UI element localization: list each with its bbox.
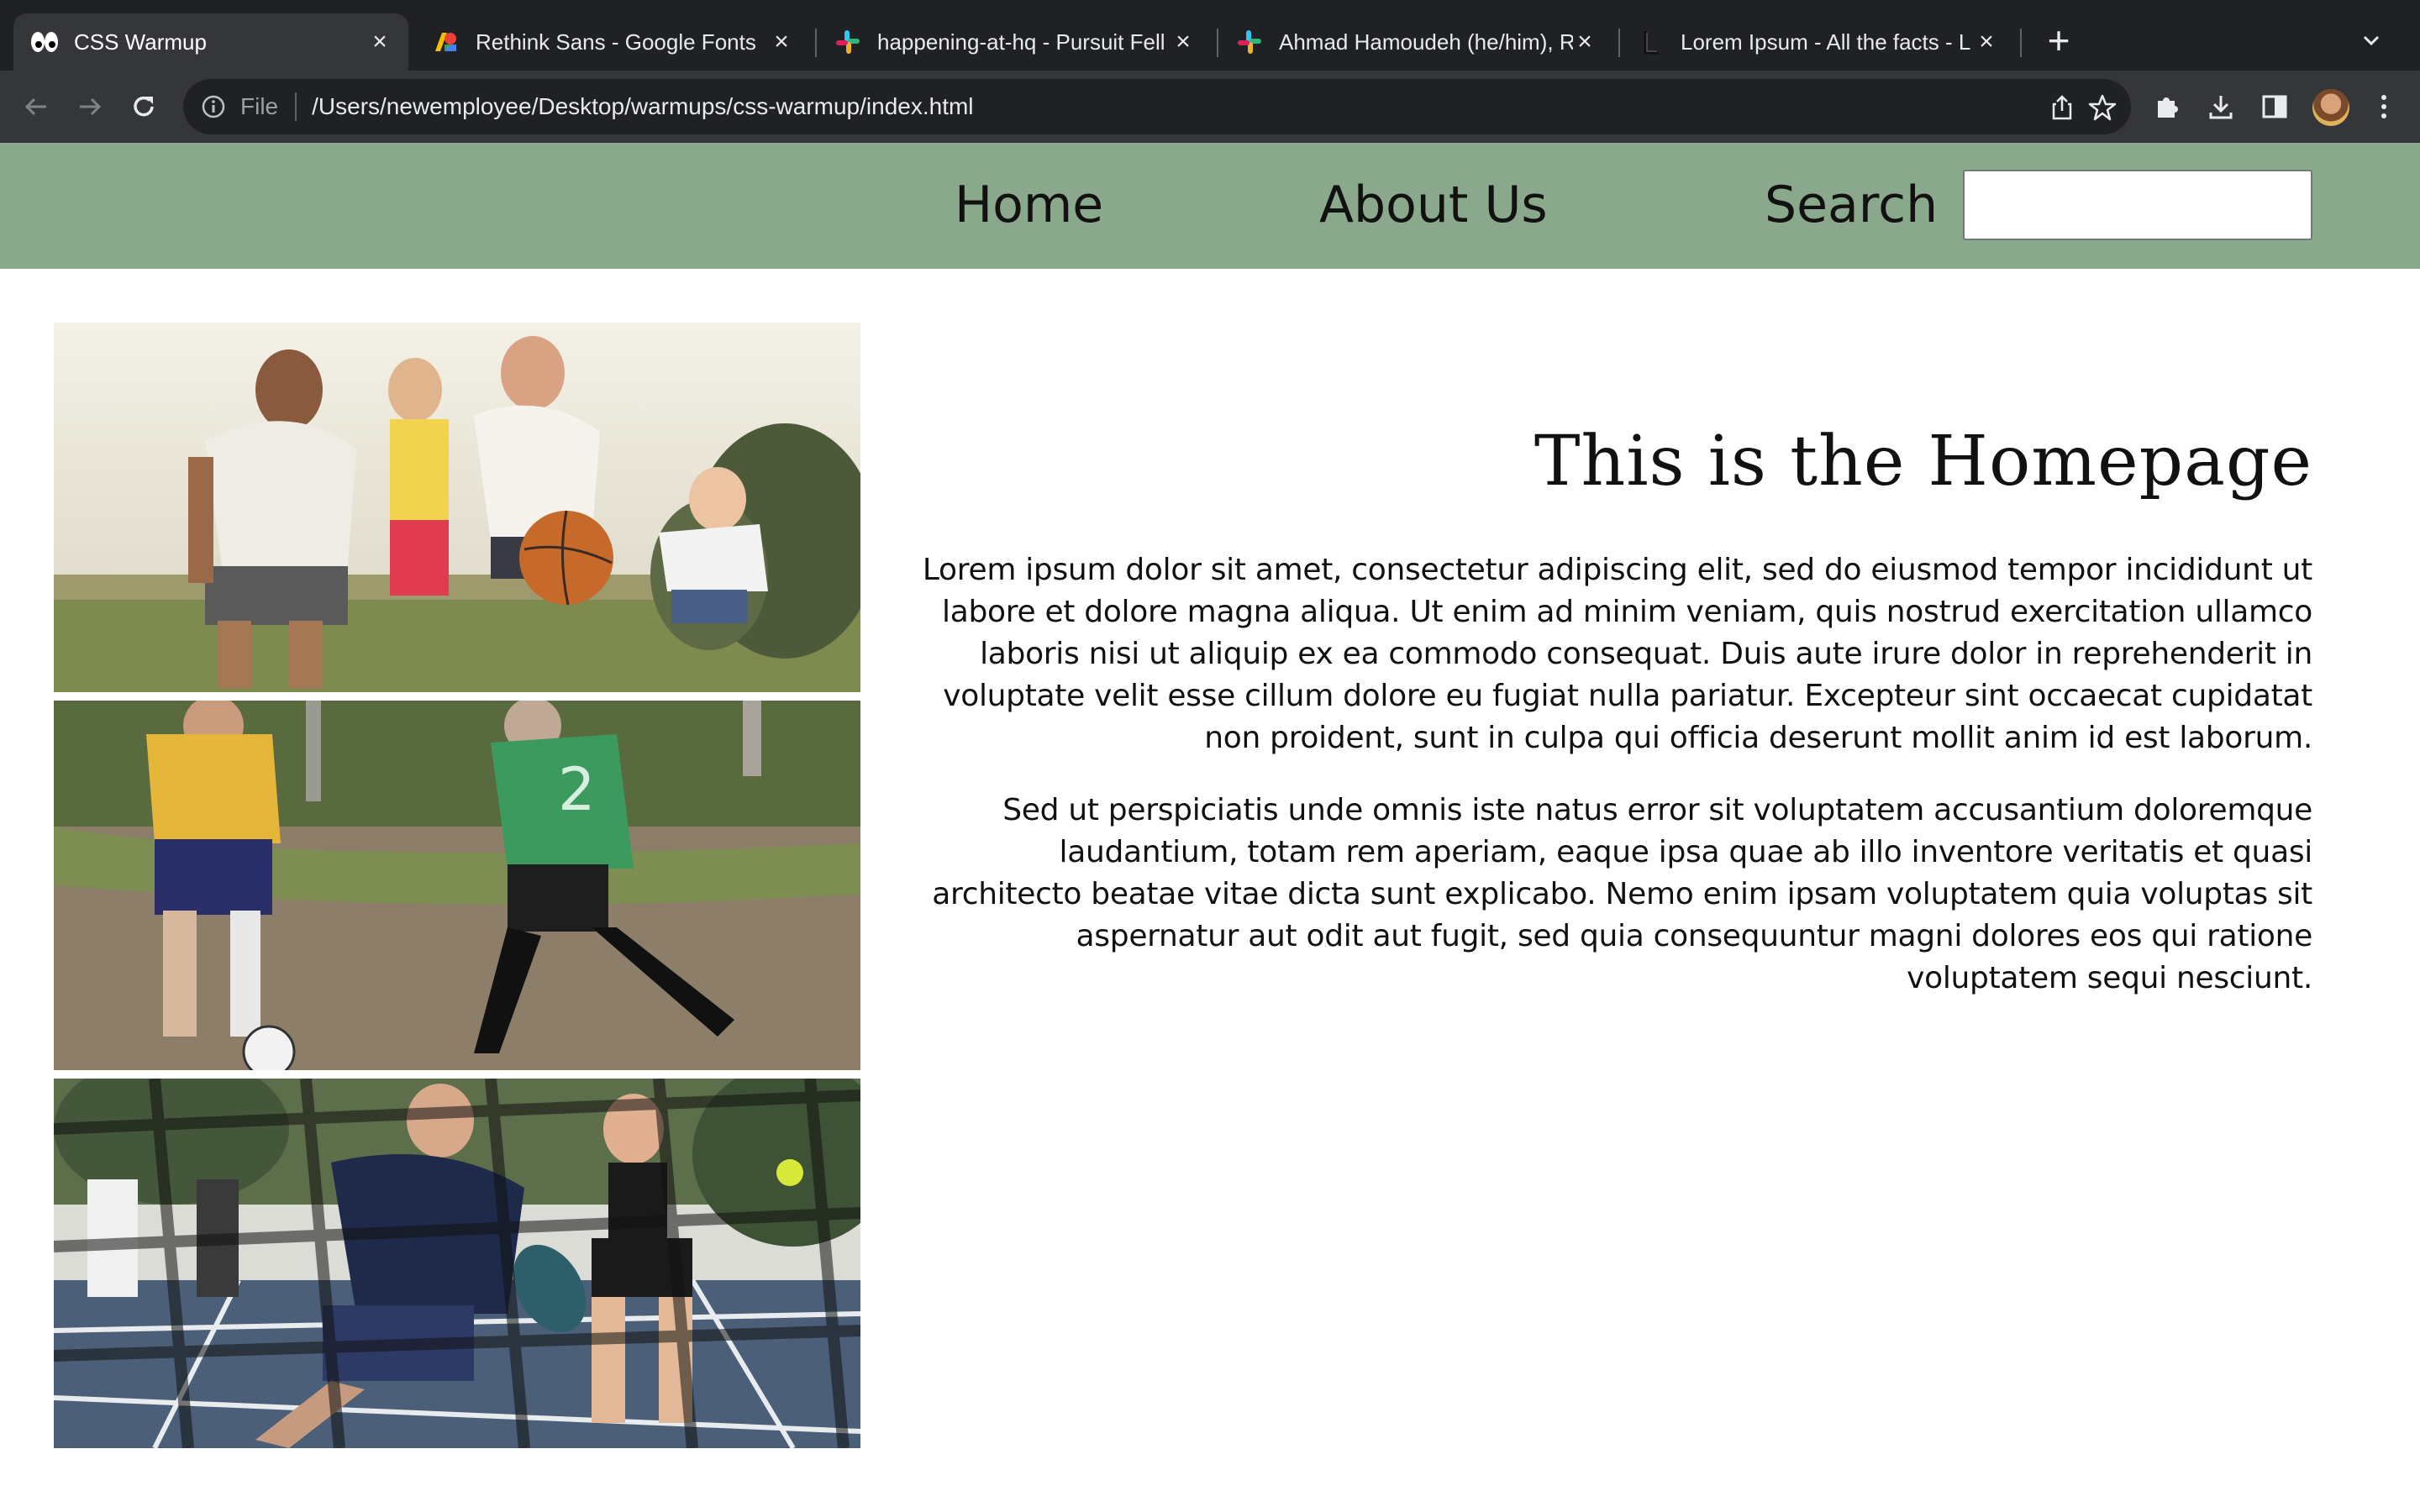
- page-title: This is the Homepage: [1534, 422, 2312, 501]
- bookmark-star-icon[interactable]: [2086, 91, 2119, 124]
- scheme-label: File: [240, 93, 279, 119]
- slack-icon: [1235, 28, 1264, 56]
- tab-lorem-ipsum[interactable]: Lorem Ipsum - All the facts - L ×: [1620, 13, 2015, 71]
- share-icon[interactable]: [2045, 91, 2079, 124]
- address-bar[interactable]: File /Users/newemployee/Desktop/warmups/…: [183, 79, 2131, 134]
- forward-arrow-icon[interactable]: [71, 87, 109, 126]
- photo-pickleball: [54, 1079, 860, 1448]
- google-fonts-icon: [432, 28, 460, 56]
- search-label: Search: [1765, 176, 1939, 234]
- photo-basketball: [54, 323, 860, 692]
- tab-title: Lorem Ipsum - All the facts - L: [1681, 29, 1971, 55]
- tab-google-fonts[interactable]: Rethink Sans - Google Fonts ×: [415, 13, 810, 71]
- more-menu-icon[interactable]: [2365, 87, 2403, 126]
- profile-avatar[interactable]: [2312, 89, 2349, 126]
- paragraph-2: Sed ut perspiciatis unde omnis iste natu…: [932, 793, 2312, 995]
- close-icon[interactable]: ×: [1975, 29, 1998, 55]
- slack-icon: [834, 28, 862, 56]
- download-icon[interactable]: [2202, 87, 2240, 126]
- tab-title: happening-at-hq - Pursuit Fell: [877, 29, 1165, 55]
- tab-ahmad-hamoudeh[interactable]: Ahmad Hamoudeh (he/him), R ×: [1218, 13, 1613, 71]
- svg-text:2: 2: [558, 755, 596, 824]
- lorem-ipsum-icon: [1637, 28, 1665, 56]
- close-icon[interactable]: ×: [368, 29, 392, 55]
- nav-link-about-us[interactable]: About Us: [1319, 171, 1548, 239]
- reload-icon[interactable]: [124, 87, 163, 126]
- address-divider: [295, 92, 297, 121]
- search-input[interactable]: [1963, 170, 2312, 240]
- back-arrow-icon[interactable]: [17, 87, 55, 126]
- url-text[interactable]: /Users/newemployee/Desktop/warmups/css-w…: [312, 93, 973, 120]
- tab-title: CSS Warmup: [74, 29, 207, 55]
- side-panel-icon[interactable]: [2255, 87, 2294, 126]
- web-page: Home About Us Search 2 This is the Homep…: [0, 143, 2420, 1512]
- nav-link-home[interactable]: Home: [955, 171, 1103, 239]
- tab-strip: CSS Warmup × Rethink Sans - Google Fonts…: [0, 0, 2420, 77]
- chevron-down-icon[interactable]: [2354, 24, 2388, 57]
- close-icon[interactable]: ×: [770, 29, 793, 55]
- info-icon[interactable]: [198, 92, 229, 122]
- paragraph-1: Lorem ipsum dolor sit amet, consectetur …: [922, 553, 2312, 755]
- new-tab-plus-icon[interactable]: +: [2040, 21, 2077, 60]
- close-icon[interactable]: ×: [1573, 29, 1597, 55]
- photo-soccer: 2: [54, 701, 860, 1070]
- site-navbar: Home About Us Search: [0, 143, 2420, 269]
- browser-toolbar: File /Users/newemployee/Desktop/warmups/…: [0, 71, 2420, 143]
- tab-title: Ahmad Hamoudeh (he/him), R: [1279, 29, 1573, 55]
- tab-happening-at-hq[interactable]: happening-at-hq - Pursuit Fell ×: [817, 13, 1212, 71]
- close-icon[interactable]: ×: [1171, 29, 1195, 55]
- tab-css-warmup[interactable]: CSS Warmup ×: [13, 13, 408, 71]
- eyes-icon: [30, 28, 59, 56]
- extensions-puzzle-icon[interactable]: [2148, 87, 2186, 126]
- main-content: This is the Homepage Lorem ipsum dolor s…: [908, 420, 2312, 1030]
- tab-title: Rethink Sans - Google Fonts: [476, 29, 756, 55]
- tab-divider: [2020, 29, 2022, 57]
